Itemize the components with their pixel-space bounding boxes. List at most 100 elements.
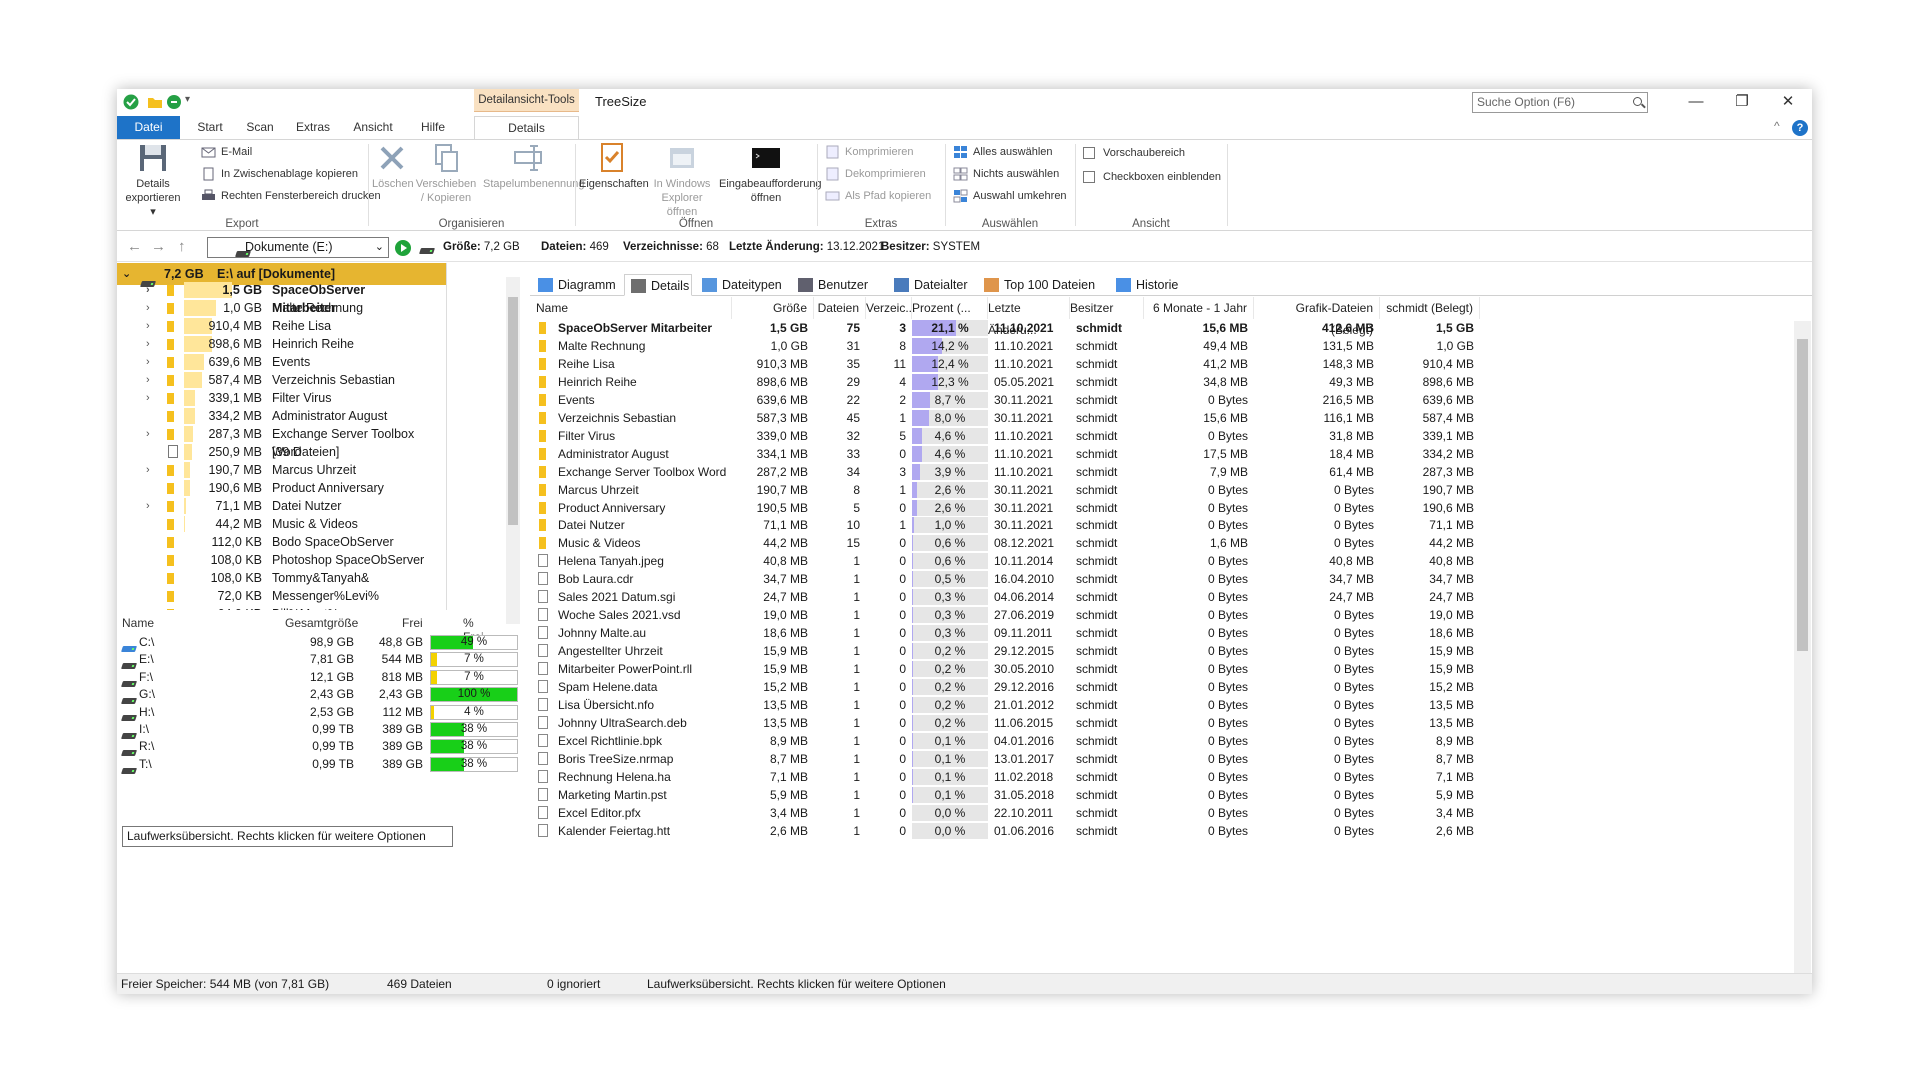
header-col-grafik-dateien[interactable]: Grafik-Dateien (Belegt) [1254,297,1380,337]
drive-row[interactable]: C:\ 98,9 GB 48,8 GB 49 % [117,634,518,652]
alles-auswaehlen-button[interactable]: Alles auswählen [953,143,1053,161]
expand-chevron-icon[interactable]: › [146,281,150,299]
table-row[interactable]: Product Anniversary 190,5 MB 5 0 0 Bytes 0 By… [530,499,1798,517]
in-windows-explorer-button[interactable]: In Windows Explorer öffnen [649,142,715,219]
details-exportieren-button[interactable]: Details exportieren ▾ [123,142,183,219]
expand-chevron-icon[interactable]: › [146,317,150,335]
table-row[interactable]: Angestellter Uhrzeit 15,9 MB 1 0 0 Bytes 0 By… [530,642,1798,660]
drives-header-name[interactable]: Name [122,616,154,630]
tree-item[interactable]: 112,0 KB Bodo SpaceObServer [117,533,429,551]
up-button[interactable]: ↑ [178,238,186,255]
expand-chevron-icon[interactable]: › [146,299,150,317]
back-button[interactable]: ← [127,238,142,255]
tree-item[interactable]: 44,2 MB Music & Videos [117,515,429,533]
tree-item[interactable]: 190,6 MB Product Anniversary [117,479,429,497]
loeschen-button[interactable]: Löschen [372,142,414,191]
eigenschaften-button[interactable]: Eigenschaften [579,142,649,191]
expand-chevron-icon[interactable]: › [146,497,150,515]
header-col-besitzer[interactable]: Besitzer [1070,297,1144,319]
tree-scrollbar[interactable] [506,277,520,624]
tree-item[interactable]: 72,0 KB Messenger%Levi% [117,587,429,605]
table-row[interactable]: Boris TreeSize.nrmap 8,7 MB 1 0 0 Bytes 0 Byt… [530,750,1798,768]
table-row[interactable]: Datei Nutzer 71,1 MB 10 1 0 Bytes 0 Bytes 71,1… [530,516,1798,534]
forward-button[interactable]: → [151,238,166,255]
header-col-6-monate[interactable]: 6 Monate - 1 Jahr [1144,297,1254,319]
table-row[interactable]: Exchange Server Toolbox Word 287,2 MB 34 3 7… [530,463,1798,481]
path-dropdown[interactable]: Dokumente (E:) ⌄ [207,237,389,258]
header-col-name[interactable]: Name [536,297,732,319]
email-button[interactable]: E-Mail [201,143,252,161]
quick-access-folder-icon[interactable] [147,94,163,110]
tab-ansicht[interactable]: Ansicht [345,116,401,139]
dekomprimieren-button[interactable]: Dekomprimieren [825,165,926,183]
tree-item[interactable]: 250,9 MB [39 Dateien] [117,443,429,461]
collapse-ribbon-icon[interactable]: ^ [1774,119,1780,133]
stapelumbenennung-button[interactable]: Stapelumbenennung [483,142,585,191]
tree-item[interactable]: 334,2 MB Administrator August [117,407,429,425]
tree-item[interactable]: › 190,7 MB Marcus Uhrzeit [117,461,429,479]
tree-item[interactable]: 108,0 KB Photoshop SpaceObServer [117,551,429,569]
table-row[interactable]: Lisa Übersicht.nfo 13,5 MB 1 0 0 Bytes 0 Byte… [530,696,1798,714]
header-col-verzeichnisse[interactable]: Verzeic... [866,297,915,319]
tree-item[interactable]: 64,0 KB Bill%Meet% [117,605,429,610]
drives-header-frei[interactable]: Frei [402,616,423,630]
eingabeaufforderung-button[interactable]: Eingabeaufforderung öffnen [719,142,822,205]
checkboxen-einblenden-checkbox[interactable]: Checkboxen einblenden [1083,168,1221,186]
expand-chevron-icon[interactable]: › [146,389,150,407]
tree-item[interactable]: › 1,5 GB SpaceObServer Mitarbeiter [117,281,429,315]
table-row[interactable]: Marcus Uhrzeit 190,7 MB 8 1 0 Bytes 0 Bytes 19… [530,481,1798,499]
drive-row[interactable]: G:\ 2,43 GB 2,43 GB 100 % [117,686,518,705]
nichts-auswaehlen-button[interactable]: Nichts auswählen [953,165,1059,183]
tab-dateialter[interactable]: Dateialter [888,274,974,296]
drive-row[interactable]: I:\ 0,99 TB 389 GB 38 % [117,721,518,739]
tree-item[interactable]: › 587,4 MB Verzeichnis Sebastian [117,371,429,389]
search-option-input[interactable]: Suche Option (F6) [1472,92,1648,113]
help-icon[interactable]: ? [1792,120,1808,136]
table-row[interactable]: Mitarbeiter PowerPoint.rll 15,9 MB 1 0 0 Byt… [530,660,1798,678]
tab-details[interactable]: Details [624,274,692,296]
scrollbar-thumb[interactable] [1797,339,1808,651]
als-pfad-kopieren-button[interactable]: Als Pfad kopieren [825,187,931,205]
tree-item[interactable]: › 287,3 MB Exchange Server Toolbox Word [117,425,429,459]
minimize-button[interactable]: — [1673,89,1719,115]
expand-chevron-icon[interactable]: › [146,461,150,479]
komprimieren-button[interactable]: Komprimieren [825,143,913,161]
header-col-schmidt-belegt[interactable]: schmidt (Belegt) [1380,297,1480,319]
table-row[interactable]: Helena Tanyah.jpeg 40,8 MB 1 0 0 Bytes 40,8 M… [530,552,1798,570]
tab-datei[interactable]: Datei [117,116,180,139]
header-col-groesse[interactable]: Größe [732,297,814,319]
tab-diagramm[interactable]: Diagramm [532,274,620,296]
drive-row[interactable]: F:\ 12,1 GB 818 MB 7 % [117,669,518,687]
table-row[interactable]: Heinrich Reihe 898,6 MB 29 4 34,8 MB 49,3 MB 8… [530,373,1798,391]
table-row[interactable]: Marketing Martin.pst 5,9 MB 1 0 0 Bytes 0 Byt… [530,786,1798,804]
tab-extras[interactable]: Extras [289,116,337,139]
drive-row[interactable]: R:\ 0,99 TB 389 GB 38 % [117,738,518,757]
table-row[interactable]: Rechnung Helena.ha 7,1 MB 1 0 0 Bytes 0 Bytes… [530,768,1798,786]
table-row[interactable]: Bob Laura.cdr 34,7 MB 1 0 0 Bytes 34,7 MB 34,7… [530,570,1798,588]
vorschaubereich-checkbox[interactable]: Vorschaubereich [1083,144,1185,162]
expand-chevron-icon[interactable]: › [146,425,150,443]
table-row[interactable]: Verzeichnis Sebastian 587,3 MB 45 1 15,6 MB 1… [530,409,1798,427]
table-row[interactable]: Sales 2021 Datum.sgi 24,7 MB 1 0 0 Bytes 24,7… [530,588,1798,606]
scrollbar-thumb[interactable] [508,297,518,525]
quick-access-dropdown-icon[interactable]: ▾ [185,94,190,105]
table-row[interactable]: Johnny UltraSearch.deb 13,5 MB 1 0 0 Bytes 0 … [530,714,1798,732]
table-row[interactable]: Spam Helene.data 15,2 MB 1 0 0 Bytes 0 Bytes 1… [530,678,1798,696]
table-row[interactable]: Malte Rechnung 1,0 GB 31 8 49,4 MB 131,5 MB 1,… [530,337,1798,355]
drives-header-gesamt[interactable]: Gesamtgröße [285,616,358,630]
tab-details[interactable]: Details [474,116,579,139]
header-col-prozent[interactable]: Prozent (... ⌄ [912,297,988,337]
drive-row[interactable]: H:\ 2,53 GB 112 MB 4 % [117,704,518,722]
close-button[interactable]: ✕ [1765,89,1811,115]
header-col-letzte-aenderung[interactable]: Letzte Änderu... [988,297,1070,337]
table-row[interactable]: Woche Sales 2021.vsd 19,0 MB 1 0 0 Bytes 0 By… [530,606,1798,624]
tab-top100[interactable]: Top 100 Dateien [978,274,1108,296]
expand-chevron-icon[interactable]: › [146,353,150,371]
tab-hilfe[interactable]: Hilfe [409,116,457,139]
table-row[interactable]: SpaceObServer Mitarbeiter 1,5 GB 75 3 15,6 M… [530,319,1798,337]
auswahl-umkehren-button[interactable]: Auswahl umkehren [953,187,1067,205]
tree-item[interactable]: › 71,1 MB Datei Nutzer [117,497,429,515]
tab-start[interactable]: Start [187,116,233,139]
tree-item[interactable]: 108,0 KB Tommy&Tanyah& [117,569,429,587]
tab-benutzer[interactable]: Benutzer [792,274,884,296]
